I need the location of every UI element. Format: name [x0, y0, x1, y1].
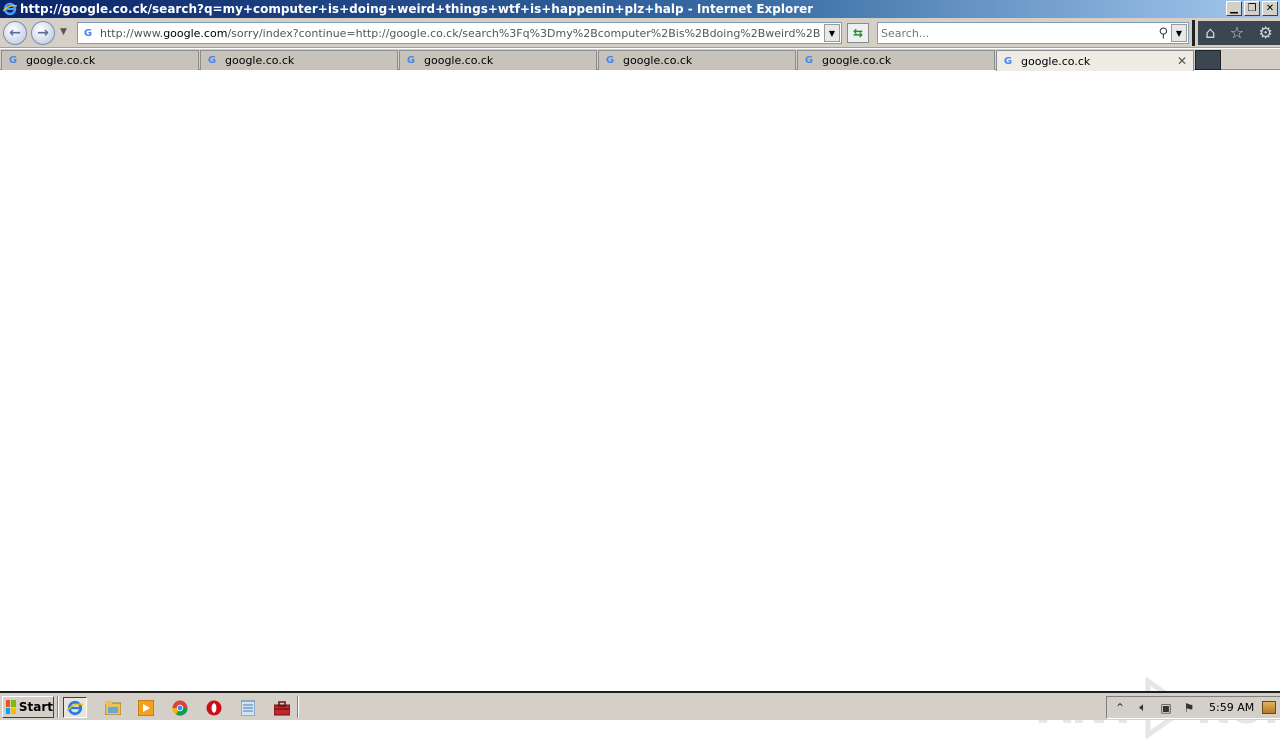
google-favicon-icon: G: [207, 55, 217, 66]
google-favicon-icon: G: [1003, 55, 1013, 67]
taskbar: Start ⌃ 🔈︎ ▣ ⚑ 5:59 AM: [0, 691, 1280, 720]
history-dropdown-icon[interactable]: ▼: [60, 27, 67, 37]
volume-icon[interactable]: 🔈︎: [1133, 700, 1153, 715]
show-desktop-icon[interactable]: [1262, 701, 1276, 714]
tab-label: google.co.ck: [26, 54, 96, 67]
tab-label: google.co.ck: [225, 54, 295, 67]
navigation-bar: ← → ▼ G http://www.google.com/sorry/inde…: [0, 18, 1280, 48]
close-tab-icon[interactable]: ✕: [1177, 54, 1187, 68]
tab-1[interactable]: G google.co.ck: [1, 50, 199, 70]
favorites-star-icon[interactable]: ☆: [1230, 25, 1244, 41]
forward-button[interactable]: →: [31, 21, 55, 45]
opera-icon[interactable]: [202, 697, 226, 718]
google-favicon-icon: G: [605, 55, 615, 66]
clock[interactable]: 5:59 AM: [1209, 701, 1254, 714]
search-icon[interactable]: ⚲: [1158, 26, 1168, 41]
system-tray: ⌃ 🔈︎ ▣ ⚑ 5:59 AM: [1106, 696, 1280, 719]
refresh-button[interactable]: ⇆: [847, 23, 869, 43]
window-title: http://google.co.ck/search?q=my+computer…: [20, 2, 814, 16]
forward-icon: →: [37, 25, 49, 41]
tab-label: google.co.ck: [623, 54, 693, 67]
taskbar-divider: [297, 696, 299, 718]
command-icons: ⌂ ☆ ⚙: [1198, 21, 1280, 45]
tab-2[interactable]: G google.co.ck: [200, 50, 398, 70]
tab-4[interactable]: G google.co.ck: [598, 50, 796, 70]
minimize-button[interactable]: ▁: [1226, 1, 1242, 16]
start-button[interactable]: Start: [2, 696, 54, 718]
google-favicon-icon: G: [8, 55, 18, 66]
tab-label: google.co.ck: [424, 54, 494, 67]
tab-5[interactable]: G google.co.ck: [797, 50, 995, 70]
action-center-flag-icon[interactable]: ⚑: [1179, 701, 1199, 715]
tab-6-active[interactable]: G google.co.ck ✕: [996, 50, 1194, 71]
close-button[interactable]: ✕: [1262, 1, 1278, 16]
home-icon[interactable]: ⌂: [1205, 25, 1215, 41]
internet-explorer-icon[interactable]: [63, 697, 87, 718]
google-favicon-icon: G: [83, 27, 93, 39]
google-favicon-icon: G: [406, 55, 416, 66]
search-box[interactable]: ⚲ ▼: [877, 22, 1189, 44]
search-input[interactable]: [881, 26, 1151, 40]
tab-label: google.co.ck: [822, 54, 892, 67]
google-favicon-icon: G: [804, 55, 814, 66]
search-dropdown-icon[interactable]: ▼: [1171, 24, 1187, 42]
chrome-icon[interactable]: [168, 697, 192, 718]
file-explorer-icon[interactable]: [101, 697, 125, 718]
windows-logo-icon: [6, 700, 16, 714]
page-content: ANY RUN: [0, 71, 1280, 739]
show-hidden-icons-icon[interactable]: ⌃: [1110, 701, 1130, 715]
tab-3[interactable]: G google.co.ck: [399, 50, 597, 70]
back-button[interactable]: ←: [3, 21, 27, 45]
back-icon: ←: [9, 25, 21, 41]
restore-button[interactable]: ❐: [1244, 1, 1260, 16]
tab-label: google.co.ck: [1021, 54, 1091, 68]
refresh-icon: ⇆: [852, 26, 864, 40]
internet-explorer-icon: [2, 1, 18, 17]
toolbox-icon[interactable]: [270, 697, 294, 718]
network-icon[interactable]: ▣: [1156, 701, 1176, 715]
media-player-icon[interactable]: [134, 697, 158, 718]
toolbar-divider: [1192, 20, 1195, 46]
settings-gear-icon[interactable]: ⚙: [1258, 25, 1272, 41]
address-url[interactable]: http://www.google.com/sorry/index?contin…: [100, 27, 820, 40]
taskbar-divider: [57, 696, 59, 718]
notepad-icon[interactable]: [236, 697, 260, 718]
tab-strip: G google.co.ck G google.co.ck G google.c…: [0, 49, 1280, 71]
address-bar[interactable]: G http://www.google.com/sorry/index?cont…: [77, 22, 842, 44]
address-dropdown-icon[interactable]: ▼: [824, 24, 840, 42]
new-tab-button[interactable]: [1195, 50, 1221, 70]
title-bar: http://google.co.ck/search?q=my+computer…: [0, 0, 1280, 18]
